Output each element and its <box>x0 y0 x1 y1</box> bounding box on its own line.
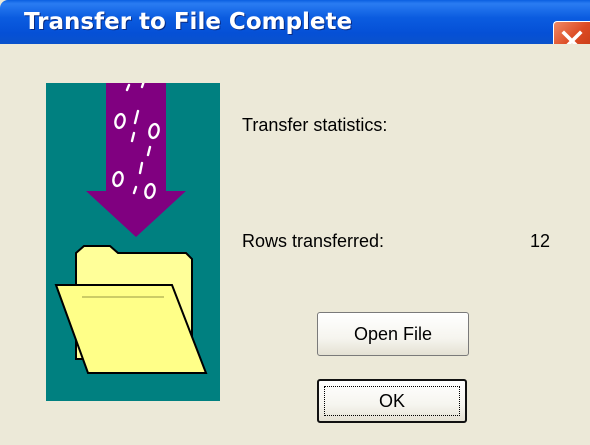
title-bar[interactable]: Transfer to File Complete <box>0 0 590 44</box>
transfer-statistics-heading: Transfer statistics: <box>242 115 388 135</box>
folder-icon <box>54 245 208 374</box>
dialog-body: Transfer statistics: Rows transferred: 1… <box>0 44 590 445</box>
rows-transferred-value: 12 <box>529 231 550 251</box>
open-file-button[interactable]: Open File <box>317 312 469 356</box>
rows-transferred-label: Rows transferred: <box>242 231 385 251</box>
ok-button-label: OK <box>378 391 405 411</box>
ok-button[interactable]: OK <box>317 379 467 423</box>
dialog-window: Transfer to File Complete Transfer stati… <box>0 0 590 445</box>
window-title: Transfer to File Complete <box>24 9 353 35</box>
file-transfer-illustration-icon <box>46 83 220 401</box>
